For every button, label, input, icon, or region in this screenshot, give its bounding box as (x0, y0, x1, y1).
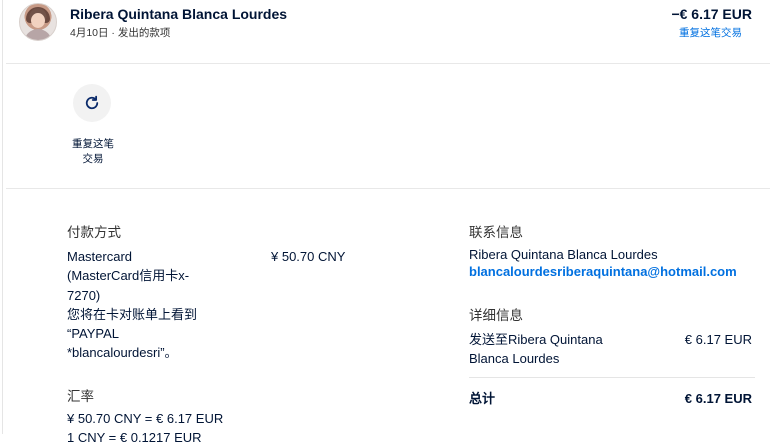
contact-email-link[interactable]: blancalourdesriberaquintana@hotmail.com (469, 264, 737, 279)
recipient-name: Ribera Quintana Blanca Lourdes (70, 6, 288, 22)
sent-amount: € 6.17 EUR (684, 332, 752, 347)
transaction-amount: −€ 6.17 EUR (671, 6, 752, 22)
payment-amount: ¥ 50.70 CNY (271, 249, 346, 264)
contact-name: Ribera Quintana Blanca Lourdes (469, 247, 658, 262)
details-divider (469, 377, 755, 378)
payment-method-line: “PAYPAL (67, 326, 120, 342)
repeat-label-line1: 重复这笔 (72, 138, 114, 150)
divider (6, 63, 770, 64)
repeat-label-line2: 交易 (82, 153, 104, 165)
payment-method-line: 7270) (67, 287, 101, 303)
transaction-date-type: 4月10日 · 发出的款项 (70, 27, 171, 39)
payment-method-details: Mastercard (MasterCard信用卡x- 7270) 您将在卡对账… (67, 247, 257, 363)
contact-info-heading: 联系信息 (469, 225, 523, 240)
payment-method-line: 您将在卡对账单上看到 (67, 306, 198, 322)
payment-method-line: *blancalourdesri”。 (67, 345, 178, 361)
avatar-face (31, 13, 45, 28)
exchange-rate-line: 1 CNY = € 0.1217 EUR (67, 430, 202, 445)
repeat-transaction-link[interactable]: 重复这笔交易 (679, 25, 742, 40)
avatar (19, 3, 57, 41)
exchange-rate-line: ¥ 50.70 CNY = € 6.17 EUR (67, 411, 224, 426)
total-label: 总计 (469, 391, 496, 406)
repeat-transaction-label[interactable]: 重复这笔 交易 (63, 137, 123, 167)
exchange-rate-heading: 汇率 (67, 389, 94, 404)
sent-to-line1: 发送至Ribera Quintana (469, 332, 603, 347)
avatar-body (24, 29, 52, 40)
sent-to-line2: Blanca Lourdes (469, 351, 560, 367)
details-heading: 详细信息 (469, 308, 523, 323)
payment-method-line: Mastercard (67, 249, 133, 264)
payment-method-line: (MasterCard信用卡x- (67, 268, 190, 284)
payment-method-heading: 付款方式 (67, 225, 121, 240)
transaction-panel: Ribera Quintana Blanca Lourdes 4月10日 · 发… (2, 0, 770, 445)
divider (6, 188, 770, 189)
sent-to-label: 发送至Ribera Quintana Blanca Lourdes (469, 330, 649, 369)
refresh-icon (85, 95, 99, 110)
repeat-transaction-button[interactable] (73, 84, 111, 122)
total-amount: € 6.17 EUR (684, 391, 752, 406)
